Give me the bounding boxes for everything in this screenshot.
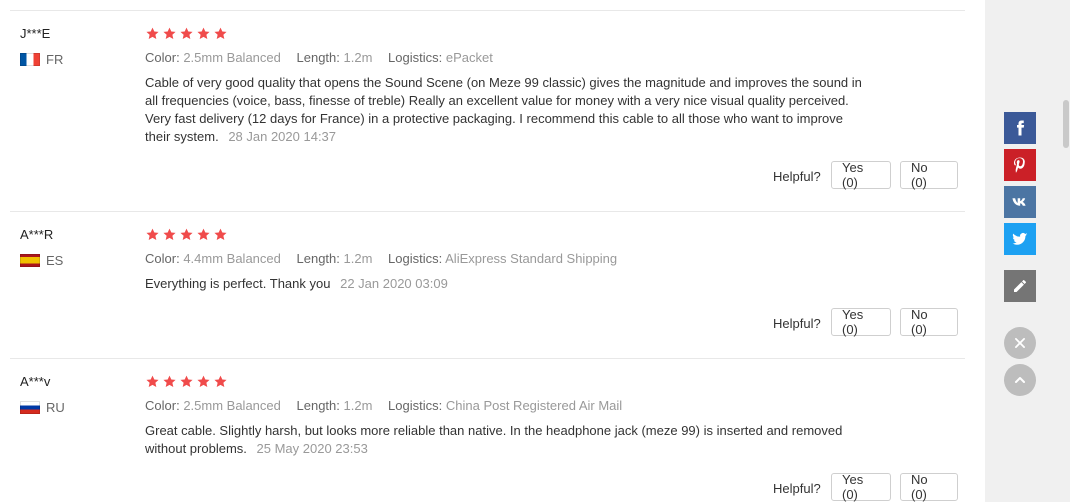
- vk-icon: [1012, 198, 1026, 206]
- close-icon: [1015, 338, 1025, 348]
- review-meta: Color: 2.5mm Balanced Length: 1.2m Logis…: [145, 398, 634, 413]
- review-divider: [10, 358, 965, 359]
- twitter-icon: [1012, 233, 1028, 245]
- star-icon: [213, 26, 228, 41]
- review-text: Great cable. Slightly harsh, but looks m…: [145, 422, 865, 458]
- length-value: 1.2m: [343, 398, 373, 413]
- reviews-feed: J***E FR Color: 2.5mm Balanced Length: 1…: [0, 0, 985, 502]
- review-country: FR: [20, 52, 63, 67]
- review-divider: [10, 10, 965, 11]
- length-key: Length:: [296, 251, 340, 266]
- logistics-value: China Post Registered Air Mail: [445, 398, 623, 413]
- review-rating: [145, 227, 228, 242]
- length-key: Length:: [296, 398, 340, 413]
- helpful-label: Helpful?: [773, 316, 821, 331]
- review-divider: [10, 211, 965, 212]
- edit-button[interactable]: [1004, 270, 1036, 302]
- flag-ru-icon: [20, 401, 40, 414]
- logistics-key: Logistics:: [388, 251, 443, 266]
- star-icon: [179, 374, 194, 389]
- review-body: Great cable. Slightly harsh, but looks m…: [145, 423, 843, 456]
- star-icon: [162, 227, 177, 242]
- chevron-up-icon: [1015, 377, 1025, 383]
- helpful-yes-button[interactable]: Yes (0): [831, 472, 891, 502]
- color-value: 2.5mm Balanced: [183, 398, 281, 413]
- review-country-code: ES: [46, 253, 64, 268]
- star-icon: [196, 227, 211, 242]
- star-icon: [145, 374, 160, 389]
- close-share-button[interactable]: [1004, 327, 1036, 359]
- flag-es-icon: [20, 254, 40, 267]
- flag-fr-icon: [20, 53, 40, 66]
- scroll-to-top-button[interactable]: [1004, 364, 1036, 396]
- length-key: Length:: [296, 50, 340, 65]
- review-rating: [145, 374, 228, 389]
- review-country: ES: [20, 253, 63, 268]
- color-value: 4.4mm Balanced: [183, 251, 281, 266]
- review-meta: Color: 2.5mm Balanced Length: 1.2m Logis…: [145, 50, 505, 65]
- helpful-yes-button[interactable]: Yes (0): [831, 307, 891, 337]
- color-key: Color:: [145, 398, 180, 413]
- star-icon: [179, 26, 194, 41]
- vk-share-button[interactable]: [1004, 186, 1036, 218]
- review-user: A***R: [20, 227, 54, 242]
- facebook-share-button[interactable]: [1004, 112, 1036, 144]
- review-user: A***v: [20, 374, 51, 389]
- helpful-no-button[interactable]: No (0): [900, 307, 958, 337]
- star-icon: [179, 227, 194, 242]
- color-key: Color:: [145, 50, 180, 65]
- logistics-value: AliExpress Standard Shipping: [445, 251, 618, 266]
- helpful-yes-button[interactable]: Yes (0): [831, 160, 891, 190]
- edit-icon: [1014, 280, 1026, 292]
- length-value: 1.2m: [343, 251, 373, 266]
- star-icon: [196, 26, 211, 41]
- review-text: Everything is perfect. Thank you 22 Jan …: [145, 275, 865, 293]
- helpful-label: Helpful?: [773, 481, 821, 496]
- logistics-key: Logistics:: [388, 398, 443, 413]
- review-date: 28 Jan 2020 14:37: [228, 129, 337, 144]
- logistics-value: ePacket: [445, 50, 493, 65]
- star-icon: [213, 227, 228, 242]
- star-icon: [162, 26, 177, 41]
- review-date: 25 May 2020 23:53: [256, 441, 368, 456]
- review-text: Cable of very good quality that opens th…: [145, 74, 865, 146]
- helpful-no-button[interactable]: No (0): [900, 472, 958, 502]
- star-icon: [196, 374, 211, 389]
- review-meta: Color: 4.4mm Balanced Length: 1.2m Logis…: [145, 251, 629, 266]
- facebook-icon: [1017, 120, 1025, 136]
- star-icon: [145, 227, 160, 242]
- twitter-share-button[interactable]: [1004, 223, 1036, 255]
- color-key: Color:: [145, 251, 180, 266]
- review-body: Everything is perfect. Thank you: [145, 276, 331, 291]
- review-date: 22 Jan 2020 03:09: [340, 276, 448, 291]
- star-icon: [213, 374, 228, 389]
- review-country: RU: [20, 400, 65, 415]
- review-country-code: FR: [46, 52, 64, 67]
- star-icon: [145, 26, 160, 41]
- helpful-no-button[interactable]: No (0): [900, 160, 958, 190]
- pinterest-share-button[interactable]: [1004, 149, 1036, 181]
- star-icon: [162, 374, 177, 389]
- logistics-key: Logistics:: [388, 50, 443, 65]
- scrollbar[interactable]: [1062, 0, 1070, 502]
- helpful-label: Helpful?: [773, 169, 821, 184]
- review-rating: [145, 26, 228, 41]
- color-value: 2.5mm Balanced: [183, 50, 281, 65]
- scrollbar-thumb[interactable]: [1063, 100, 1069, 148]
- pinterest-icon: [1014, 157, 1025, 173]
- review-country-code: RU: [46, 400, 65, 415]
- review-user: J***E: [20, 26, 51, 41]
- length-value: 1.2m: [343, 50, 373, 65]
